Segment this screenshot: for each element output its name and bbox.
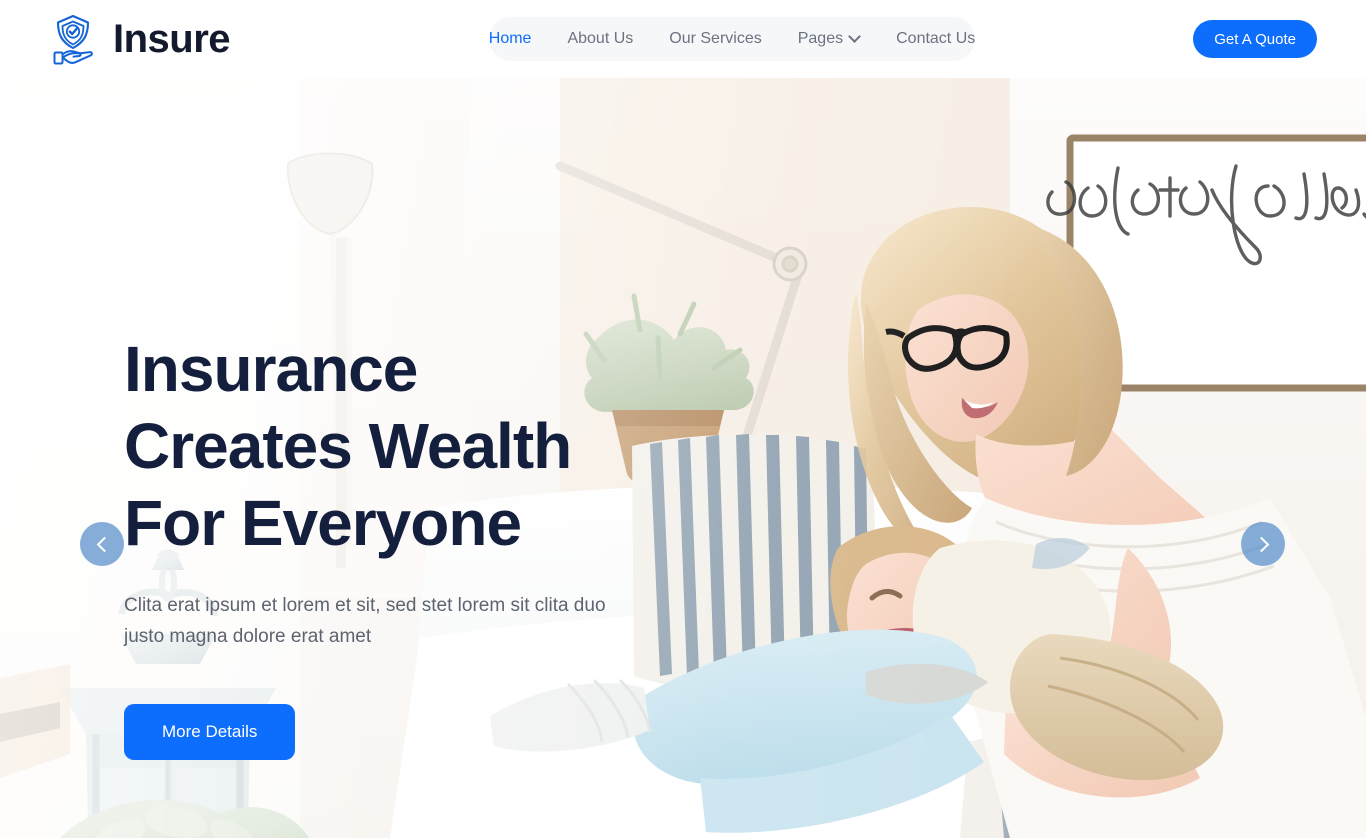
hero-content: Insurance Creates Wealth For Everyone Cl… [124, 331, 764, 760]
main-navigation: Home About Us Our Services Pages Contact… [489, 17, 975, 61]
get-a-quote-button[interactable]: Get A Quote [1193, 20, 1317, 58]
carousel-prev-button[interactable] [80, 522, 124, 566]
nav-link-home[interactable]: Home [471, 17, 550, 61]
hero-title: Insurance Creates Wealth For Everyone [124, 331, 764, 562]
nav-link-our-services[interactable]: Our Services [651, 17, 779, 61]
nav-item-our-services: Our Services [651, 17, 779, 61]
nav-item-pages: Pages [780, 17, 878, 61]
nav-link-home-label: Home [488, 30, 532, 47]
hero-title-line-2: Creates Wealth [124, 410, 572, 482]
nav-link-pages-label: Pages [797, 30, 844, 47]
hero-subtitle: Clita erat ipsum et lorem et sit, sed st… [124, 595, 606, 647]
shield-check-in-hand-icon [45, 10, 103, 68]
nav-item-about-us: About Us [549, 17, 651, 61]
hero-title-line-3: For Everyone [124, 487, 522, 559]
chevron-down-icon [850, 32, 860, 42]
nav-link-contact-us[interactable]: Contact Us [878, 17, 993, 61]
nav-link-about-us-label: About Us [567, 30, 634, 47]
hero-carousel: Insurance Creates Wealth For Everyone Cl… [0, 78, 1366, 838]
nav-link-pages[interactable]: Pages [780, 17, 878, 61]
nav-link-about-us[interactable]: About Us [549, 17, 651, 61]
brand-name: Insure [113, 17, 231, 61]
more-details-button[interactable]: More Details [124, 704, 296, 760]
hero-title-line-1: Insurance [124, 333, 418, 405]
nav-item-home: Home [471, 17, 550, 61]
nav-link-contact-us-label: Contact Us [896, 30, 976, 47]
chevron-left-icon [96, 536, 112, 552]
brand-logo-link[interactable]: Insure [45, 10, 231, 68]
carousel-next-button[interactable] [1241, 522, 1285, 566]
nav-link-our-services-label: Our Services [669, 30, 762, 47]
site-header: Insure Home About Us Our Services Pages … [0, 0, 1366, 78]
nav-list: Home About Us Our Services Pages Contact… [471, 17, 993, 61]
chevron-right-icon [1253, 536, 1269, 552]
nav-item-contact-us: Contact Us [878, 17, 993, 61]
